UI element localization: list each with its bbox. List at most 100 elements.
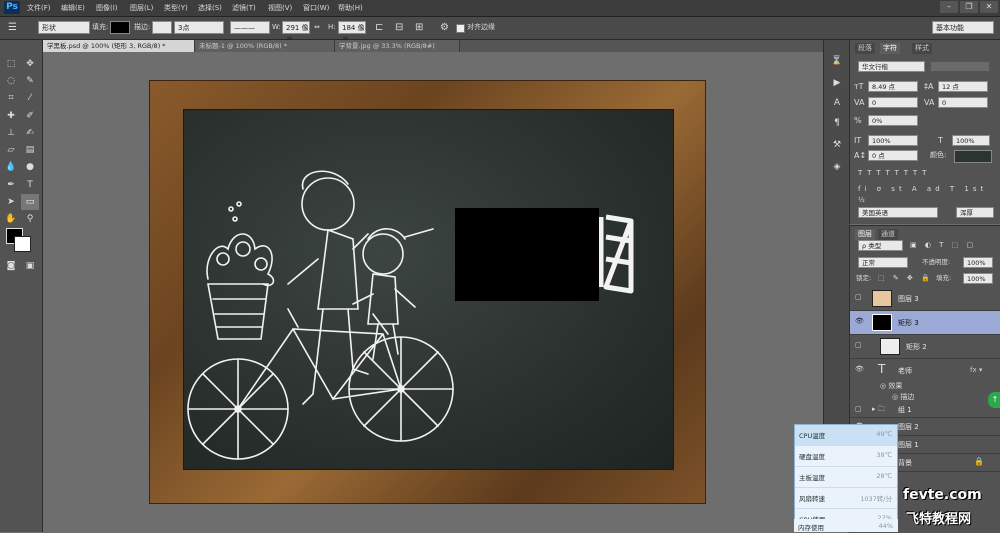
- kerning-field[interactable]: 0: [868, 97, 918, 108]
- stroke-swatch[interactable]: [152, 21, 172, 34]
- layer-row[interactable]: ▢ 矩形 2: [850, 335, 1000, 359]
- minimize-button[interactable]: –: [940, 1, 958, 13]
- hand-icon[interactable]: ✋: [2, 211, 20, 227]
- restore-button[interactable]: ❐: [960, 1, 978, 13]
- font-family-select[interactable]: 华文行楷: [858, 61, 925, 72]
- zoom-icon[interactable]: ⚲: [21, 211, 39, 227]
- path-align-icon[interactable]: ⊟: [395, 21, 403, 34]
- visibility-toggle[interactable]: ▢: [855, 341, 862, 349]
- pen-icon[interactable]: ✒: [2, 177, 20, 193]
- crop-icon[interactable]: ⌗: [2, 90, 20, 106]
- brush-icon[interactable]: ✐: [21, 108, 39, 124]
- fx-icon[interactable]: fx ▾: [970, 366, 982, 374]
- tool-presets-icon[interactable]: ⚒: [830, 138, 844, 152]
- tracking-field[interactable]: 0: [938, 97, 988, 108]
- tab-character[interactable]: 字符: [880, 43, 900, 54]
- side-float-button[interactable]: ↑: [988, 392, 1000, 408]
- tab-background[interactable]: 学背景.jpg @ 33.3% (RGB/8#): [335, 40, 460, 52]
- healing-brush-icon[interactable]: ✚: [2, 108, 20, 124]
- height-field[interactable]: 184 像素: [338, 21, 366, 45]
- shape-mode-select[interactable]: 形状: [38, 21, 90, 34]
- visibility-toggle[interactable]: ▢: [855, 405, 862, 413]
- layer-row[interactable]: ▢ 图层 3: [850, 287, 1000, 311]
- 3d-icon[interactable]: ◈: [830, 160, 844, 174]
- eye-icon[interactable]: 👁: [855, 317, 864, 325]
- layer-row[interactable]: ▢ ▸ 🗀 组 1: [850, 402, 1000, 418]
- menu-edit[interactable]: 编辑(E): [61, 2, 85, 14]
- path-arrange-icon[interactable]: ⊞: [415, 21, 423, 34]
- close-button[interactable]: ✕: [980, 1, 998, 13]
- lock-icons[interactable]: ⬚ ✎ ✥ 🔒: [878, 273, 933, 284]
- eyedropper-icon[interactable]: ⁄: [21, 90, 39, 106]
- shape-icon[interactable]: ▭: [21, 194, 39, 210]
- tool-preset-icon[interactable]: ☰: [8, 21, 22, 34]
- baseline-field[interactable]: 0 点: [868, 150, 918, 161]
- black-rectangle-shape[interactable]: [455, 208, 599, 301]
- tab-channels[interactable]: 通道: [878, 229, 898, 240]
- menu-select[interactable]: 选择(S): [198, 2, 222, 14]
- tab-paragraph[interactable]: 段落: [855, 43, 875, 54]
- menu-layer[interactable]: 图层(L): [130, 2, 153, 14]
- opentype-buttons[interactable]: fi σ st A ad T 1st ½: [858, 184, 1000, 206]
- eraser-icon[interactable]: ▱: [2, 142, 20, 158]
- character-icon[interactable]: A: [830, 96, 844, 110]
- link-icon[interactable]: ⇔: [314, 21, 320, 34]
- path-ops-icon[interactable]: ⊏: [375, 21, 383, 34]
- language-select[interactable]: 美国英语: [858, 207, 938, 218]
- faux-style-buttons[interactable]: TTTTTTTT: [858, 168, 931, 179]
- lasso-icon[interactable]: ◌: [2, 73, 20, 89]
- font-size-field[interactable]: 8.49 点: [868, 81, 918, 92]
- tab-blackboard[interactable]: 学黑板.psd @ 100% (矩形 3, RGB/8) *: [43, 40, 195, 52]
- menu-help[interactable]: 帮助(H): [338, 2, 363, 14]
- gradient-icon[interactable]: ▤: [21, 142, 39, 158]
- fill-field[interactable]: 100%: [963, 273, 993, 284]
- tab-layers[interactable]: 图层: [855, 229, 875, 240]
- quick-select-icon[interactable]: ✎: [21, 73, 39, 89]
- background-color-swatch[interactable]: [14, 236, 31, 252]
- blur-icon[interactable]: 💧: [2, 159, 20, 175]
- clone-stamp-icon[interactable]: ⊥: [2, 125, 20, 141]
- stroke-type-select[interactable]: ———: [230, 21, 270, 34]
- menu-window[interactable]: 窗口(W): [303, 2, 329, 14]
- menu-image[interactable]: 图像(I): [96, 2, 118, 14]
- marquee-icon[interactable]: ⬚: [2, 56, 20, 72]
- tab-untitled[interactable]: 未标题-1 @ 100% (RGB/8) *: [195, 40, 335, 52]
- filter-icons[interactable]: ▣ ◐ T ⬚ ▢: [910, 240, 976, 251]
- dodge-icon[interactable]: ●: [21, 159, 39, 175]
- stroke-width-field[interactable]: 3点: [174, 21, 224, 34]
- quick-mask-icon[interactable]: ◙: [2, 258, 20, 274]
- align-edges-checkbox[interactable]: [456, 24, 465, 33]
- history-icon[interactable]: ⌛: [830, 54, 844, 68]
- paragraph-icon[interactable]: ¶: [830, 116, 844, 130]
- vertical-scale-field[interactable]: 100%: [868, 135, 918, 146]
- menu-type[interactable]: 类型(Y): [164, 2, 188, 14]
- antialias-select[interactable]: 浑厚: [956, 207, 994, 218]
- font-style-select[interactable]: [930, 61, 990, 72]
- menu-filter[interactable]: 滤镜(T): [232, 2, 256, 14]
- tsume-field[interactable]: 0%: [868, 115, 918, 126]
- menu-view[interactable]: 视图(V): [268, 2, 292, 14]
- screen-mode-icon[interactable]: ▣: [21, 258, 39, 274]
- tab-styles[interactable]: 样式: [912, 43, 932, 54]
- horizontal-scale-field[interactable]: 100%: [952, 135, 990, 146]
- blend-mode-select[interactable]: 正常: [858, 257, 908, 268]
- monitor-value: 1037转/分: [860, 495, 892, 503]
- width-field[interactable]: 291 像素: [282, 21, 310, 45]
- fill-swatch[interactable]: [110, 21, 130, 34]
- layer-row[interactable]: 👁 矩形 3: [850, 311, 1000, 335]
- menu-file[interactable]: 文件(F): [27, 2, 51, 14]
- text-color-swatch[interactable]: [954, 150, 992, 163]
- path-select-icon[interactable]: ➤: [2, 194, 20, 210]
- eye-icon[interactable]: 👁: [855, 365, 864, 373]
- leading-field[interactable]: 12 点: [938, 81, 988, 92]
- layer-row[interactable]: 👁 T 老师 fx ▾: [850, 359, 1000, 383]
- gear-icon[interactable]: ⚙: [440, 21, 449, 34]
- visibility-toggle[interactable]: ▢: [855, 293, 862, 301]
- move-icon[interactable]: ✥: [21, 56, 39, 72]
- opacity-field[interactable]: 100%: [963, 257, 993, 268]
- workspace-select[interactable]: 基本功能: [932, 21, 994, 34]
- actions-icon[interactable]: ▶: [830, 76, 844, 90]
- history-brush-icon[interactable]: ✍: [21, 125, 39, 141]
- type-icon[interactable]: T: [21, 177, 39, 193]
- layer-kind-filter[interactable]: ρ 类型: [858, 240, 903, 251]
